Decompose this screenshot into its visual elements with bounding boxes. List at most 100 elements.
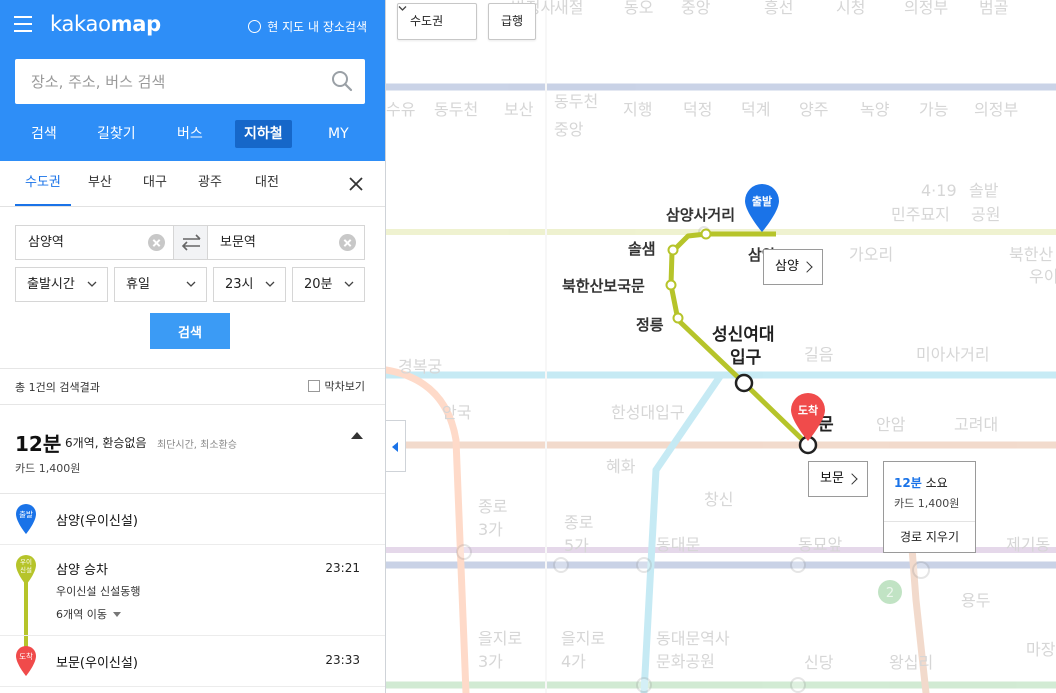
last-train-toggle[interactable]: 막차보기 [307,378,365,394]
background-station-label: 동오 [624,0,653,17]
station-dot[interactable] [665,279,677,291]
background-station-label: 동대문 [656,535,700,554]
collapse-panel-button[interactable] [386,420,406,472]
stops-toggle[interactable]: 6개역 이동 [56,606,122,622]
route-summary[interactable]: 12분 6개역, 환승없음 최단시간, 최소환승 카드 1,400원 [0,406,385,494]
background-station-label: 을지로 [478,629,522,648]
step-board[interactable]: 우이 신설 삼양 승차 23:21 우이신설 신설동행 6개역 이동 [0,545,385,636]
station-dot[interactable] [667,244,679,256]
background-station-label: 가능 [919,100,948,119]
map-region-select[interactable]: 수도권 [397,3,477,40]
end-badge-text: 도착 [19,652,33,661]
svg-text:우이: 우이 [20,557,32,566]
station-dot[interactable] [700,228,712,240]
origin-station-chip[interactable]: 삼양 [763,249,823,285]
logo-light-text: kakao [50,12,111,36]
result-bar: 총 1건의 검색결과 막차보기 [0,368,385,405]
hour-select[interactable]: 23시 [213,267,286,302]
background-station-label: 5가 [564,536,589,555]
day-select[interactable]: 휴일 [114,267,207,302]
region-tab-capital[interactable]: 수도권 [15,161,71,206]
header-panel: kakaomap 현 지도 내 장소검색 검색 길찾기 버스 지하철 MY [0,0,385,161]
background-station-label: 한성대입구 [611,403,685,422]
region-tab-gwangju[interactable]: 광주 [198,161,222,206]
background-station-label: 4·19 [921,181,957,200]
collapse-arrow-icon[interactable] [351,432,363,439]
tab-subway[interactable]: 지하철 [235,120,292,148]
svg-text:신설: 신설 [20,565,32,574]
clear-destination-icon[interactable] [339,234,356,251]
tab-search[interactable]: 검색 [31,120,57,148]
board-station-name: 삼양 승차 [56,563,108,578]
last-train-checkbox[interactable] [307,380,320,392]
area-search-toggle[interactable]: 현 지도 내 장소검색 [248,18,367,35]
last-train-label: 막차보기 [324,380,365,393]
step-start[interactable]: 출발 삼양(우이신설) [0,494,385,545]
time-type-select[interactable]: 출발시간 [15,267,108,302]
route-tags: 최단시간, 최소환승 [157,440,237,451]
kakaomap-logo[interactable]: kakaomap [50,12,161,36]
chevron-down-icon [186,281,196,287]
background-station-label: 안암 [876,415,906,434]
swap-button[interactable] [173,226,208,259]
background-station-label: 종로 [478,497,507,516]
end-station-name: 보문(우이신설) [56,656,138,671]
background-station-label: 흥선 [764,0,793,17]
background-station-label: 중앙 [554,120,584,139]
transfer-station-dot[interactable] [734,373,754,393]
background-station-label: 북한산 [1009,245,1053,264]
info-duration: 12분 소요 [894,474,948,491]
background-station-label: 양주 [799,100,828,119]
background-station-label: 가오리 [849,245,893,264]
hour-value: 23시 [225,277,254,292]
line-badge-icon: 우이 신설 [16,555,36,585]
search-icon[interactable] [331,70,353,92]
time-type-value: 출발시간 [27,277,75,292]
menu-icon[interactable] [14,16,32,32]
area-search-label: 현 지도 내 장소검색 [267,20,367,34]
background-station-label: 중앙 [681,0,711,17]
route-stops-summary: 6개역, 환승없음 [65,436,147,450]
tab-my[interactable]: MY [328,120,349,148]
background-station-label: 안국 [442,403,471,422]
tab-directions[interactable]: 길찾기 [97,120,136,148]
background-station-label: 종로 [564,513,593,532]
step-end[interactable]: 도착 보문(우이신설) 23:33 [0,636,385,687]
background-station-label: 미아사거리 [916,345,990,364]
search-input[interactable] [15,59,305,104]
region-tab-daegu[interactable]: 대구 [143,161,167,206]
background-station-label: 새절 [554,0,583,17]
clear-route-button[interactable]: 경로 지우기 [884,522,975,552]
start-station-name: 삼양(우이신설) [56,514,138,529]
end-time: 23:33 [325,653,360,667]
station-dot[interactable] [672,312,684,324]
background-station-label: 마장 [1026,640,1056,659]
background-station-label: 녹양 [860,100,890,119]
express-label: 급행 [501,14,524,28]
subway-map[interactable]: 2 수유 동두천 보산 동두천 중앙 지행 덕정 덕계 양주 녹양 가능 의정부 가오리 4·19 민주묘지… [386,0,1056,693]
station-label: 성신여대 [712,325,775,345]
station-label: 삼양사거리 [666,206,735,224]
start-pin-label: 출발 [752,194,772,208]
info-duration-value: 12분 [894,476,922,490]
close-icon[interactable] [349,177,363,191]
subway-map-canvas[interactable]: 2 수유 동두천 보산 동두천중앙지행 덕정 덕계 양주 녹양 가능 의정부가오리4·19민주묘지… [386,0,1056,693]
station-label: 솔샘 [628,240,656,258]
background-station-label: 덕정 [683,100,712,119]
region-tab-busan[interactable]: 부산 [88,161,112,206]
clear-origin-icon[interactable] [148,234,165,251]
express-button[interactable]: 급행 [488,3,536,40]
start-map-pin[interactable]: 출발 [745,184,779,232]
chevron-down-icon [265,281,275,287]
route-search-button[interactable]: 검색 [150,313,230,349]
minute-select[interactable]: 20분 [292,267,365,302]
info-fare: 카드 1,400원 [894,497,960,510]
tab-bus[interactable]: 버스 [177,120,203,148]
background-station-label: 솔밭 [969,181,999,200]
chevron-right-icon [846,473,858,485]
region-tab-daejeon[interactable]: 대전 [255,161,279,206]
background-station-label: 시청 [836,0,865,17]
background-station-label: 동대문역사 [656,629,730,648]
destination-station-chip[interactable]: 보문 [808,461,868,497]
background-station-label: 고려대 [954,415,998,434]
